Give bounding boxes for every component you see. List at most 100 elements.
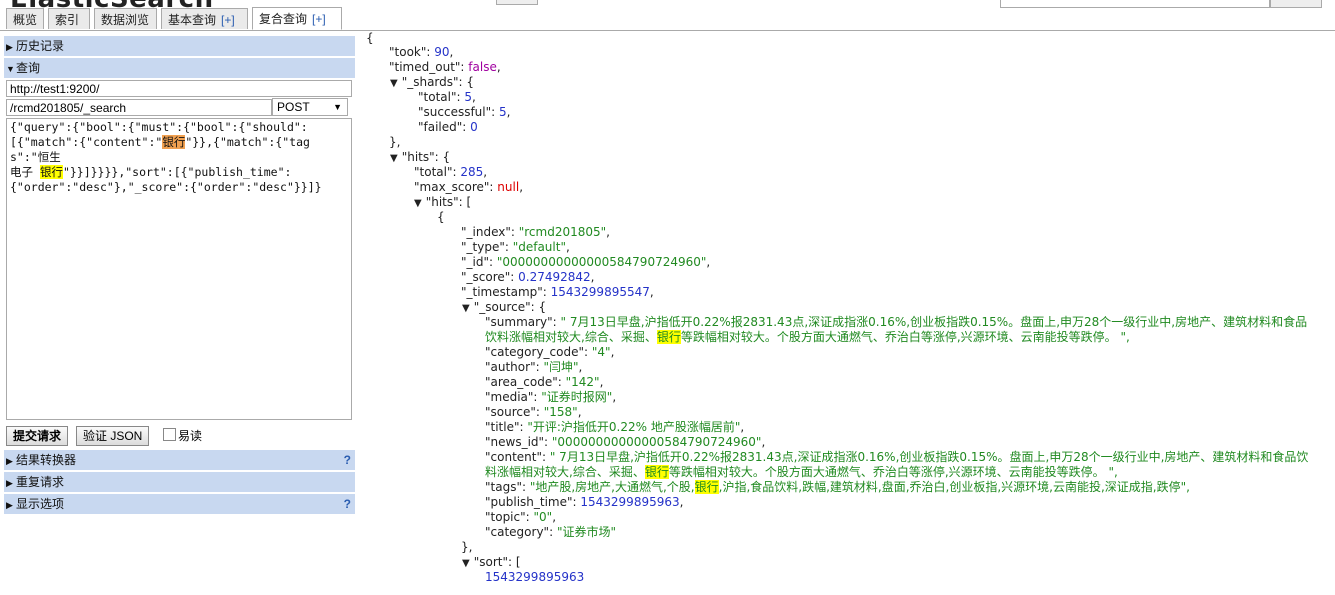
display-options-section[interactable]: ▶ 显示选项? [4, 494, 355, 514]
json-value: "00000000000000584790724960" [551, 435, 762, 449]
collapse-toggle-icon[interactable]: ▼ [462, 558, 470, 569]
json-result: { "took": 90, "timed_out": false, ▼ "_sha… [366, 31, 1335, 595]
cluster-input[interactable] [1000, 0, 1270, 8]
tab-plus[interactable]: [+] [312, 12, 326, 26]
json-value: 1543299895963 [580, 495, 680, 509]
collapse-toggle-icon[interactable]: ▼ [414, 198, 422, 209]
json-value: "证券时报网" [541, 390, 613, 404]
json-value: " 7月13日早盘,沪指低开0.22%报2831.43点,深证成指涨0.16%,… [560, 315, 1308, 329]
json-category: "category": "证券市场" [485, 525, 616, 539]
expand-icon: ▶ [6, 478, 13, 488]
method-value: POST [277, 100, 310, 114]
json-value: "开评:沪指低开0.22% 地产股涨幅居前" [527, 420, 741, 434]
tab-basic-query[interactable]: 基本查询 [+] [161, 8, 248, 29]
history-section[interactable]: ▶ 历史记录 [4, 36, 355, 56]
json-highlight: 银行 [694, 480, 719, 494]
tab-bar: 概览 索引 数据浏览 基本查询 [+] 复合查询 [+] [0, 7, 1335, 31]
json-value: "4" [591, 345, 611, 359]
json-value: 饮料涨幅相对较大,综合、采掘、 [485, 330, 657, 344]
json-source: ▼ "_source": { [462, 300, 547, 314]
json-sort-value: 1543299895963 [485, 570, 584, 585]
connect-button[interactable] [496, 0, 538, 5]
json-highlight: 银行 [644, 465, 669, 479]
json-shards-total: "total": 5, [418, 90, 476, 104]
json-value: 90 [434, 45, 450, 59]
tab-indices[interactable]: 索引 [48, 8, 90, 29]
transformer-section[interactable]: ▶ 结果转换器? [4, 450, 355, 470]
collapse-toggle-icon[interactable]: ▼ [390, 78, 398, 89]
json-brace: }, [461, 540, 473, 554]
method-select[interactable]: POST ▼ [272, 98, 348, 116]
body-highlight: 银行 [39, 165, 63, 179]
query-panel: ▶ 历史记录 ▼查询 http://test1:9200/ /rcmd201805… [0, 31, 360, 518]
cluster-button[interactable] [1270, 0, 1322, 8]
json-value: "地产股,房地产,大通燃气,个股, [529, 480, 695, 494]
json-value: "0" [533, 510, 553, 524]
help-icon[interactable]: ? [344, 494, 351, 514]
json-source-field: "source": "158", [485, 405, 582, 419]
json-type: "_type": "default", [461, 240, 570, 254]
json-id: "_id": "00000000000000584790724960", [461, 255, 711, 269]
json-value: 1543299895547 [550, 285, 650, 299]
json-publish-time: "publish_time": 1543299895963, [485, 495, 684, 509]
json-category-code: "category_code": "4", [485, 345, 615, 359]
json-highlight: 银行 [656, 330, 681, 344]
json-shards: ▼ "_shards": { [390, 75, 475, 89]
expand-icon: ▶ [6, 456, 13, 466]
host-input[interactable]: http://test1:9200/ [6, 80, 352, 97]
tab-label: 数据浏览 [101, 13, 150, 27]
json-area-code: "area_code": "142", [485, 375, 604, 389]
json-topic: "topic": "0", [485, 510, 557, 524]
tab-compound-query[interactable]: 复合查询 [+] [252, 7, 342, 30]
path-input[interactable]: /rcmd201805/_search [6, 99, 272, 116]
json-shards-successful: "successful": 5, [418, 105, 511, 119]
json-timestamp: "_timestamp": 1543299895547, [461, 285, 654, 299]
json-value: 5 [499, 105, 507, 119]
collapse-toggle-icon[interactable]: ▼ [462, 303, 470, 314]
query-section[interactable]: ▼查询 [4, 58, 355, 78]
tab-browser[interactable]: 数据浏览 [94, 8, 157, 29]
tab-overview[interactable]: 概览 [6, 8, 44, 29]
json-score: "_score": 0.27492842, [461, 270, 595, 284]
json-value: null [497, 180, 520, 194]
collapse-toggle-icon[interactable]: ▼ [390, 153, 398, 164]
tab-label: 概览 [13, 13, 38, 27]
help-icon[interactable]: ? [344, 450, 351, 470]
json-value: 5 [464, 90, 472, 104]
tab-plus[interactable]: [+] [221, 13, 235, 27]
json-brace: { [366, 31, 374, 45]
section-label: 查询 [16, 61, 41, 75]
json-author: "author": "闫坤", [485, 360, 583, 374]
section-label: 重复请求 [16, 475, 65, 489]
json-value: 1543299895963 [485, 570, 585, 584]
query-body-textarea[interactable]: {"query":{"bool":{"must":{"bool":{"shoul… [6, 118, 352, 420]
section-label: 历史记录 [16, 39, 65, 53]
json-value: 0.27492842 [518, 270, 591, 284]
json-value: "142" [565, 375, 600, 389]
submit-button[interactable]: 提交请求 [6, 426, 69, 446]
json-hits-total: "total": 285, [414, 165, 488, 179]
tab-label: 索引 [55, 13, 80, 27]
repeat-section[interactable]: ▶ 重复请求 [4, 472, 355, 492]
json-max-score: "max_score": null, [414, 180, 524, 194]
json-took: "took": 90, [389, 45, 454, 59]
json-value: 等跌幅相对较大。个股方面大通燃气、乔治白等涨停,兴源环境、云南能投等跌停。 ", [680, 330, 1130, 344]
easy-read-checkbox[interactable] [163, 428, 176, 441]
section-label: 显示选项 [16, 497, 65, 511]
json-content: "content": " 7月13日早盘,沪指低开0.22%报2831.43点,… [485, 450, 1309, 464]
expand-icon: ▶ [6, 42, 13, 52]
expand-icon: ▶ [6, 500, 13, 510]
tab-label: 基本查询 [168, 13, 217, 27]
json-hits-array: ▼ "hits": [ [414, 195, 472, 209]
json-value: "00000000000000584790724960" [496, 255, 707, 269]
json-value: " 7月13日早盘,沪指低开0.22%报2831.43点,深证成指涨0.16%,… [549, 450, 1309, 464]
json-value: 料涨幅相对较大,综合、采掘、 [485, 465, 645, 479]
json-index: "_index": "rcmd201805", [461, 225, 610, 239]
json-value: "证券市场" [556, 525, 616, 539]
validate-json-button[interactable]: 验证 JSON [76, 426, 150, 446]
body-highlight: 银行 [162, 135, 186, 149]
json-value: ,沪指,食品饮料,跌幅,建筑材料,盘面,乔治白,创业板指,兴源环境,云南能投,深… [718, 480, 1190, 494]
json-value: 285 [460, 165, 484, 179]
json-value: 等跌幅相对较大。个股方面大通燃气、乔治白等涨停,兴源环境、云南能投等跌停。 ", [668, 465, 1118, 479]
json-summary-cont: 饮料涨幅相对较大,综合、采掘、银行等跌幅相对较大。个股方面大通燃气、乔治白等涨停… [485, 330, 1130, 345]
